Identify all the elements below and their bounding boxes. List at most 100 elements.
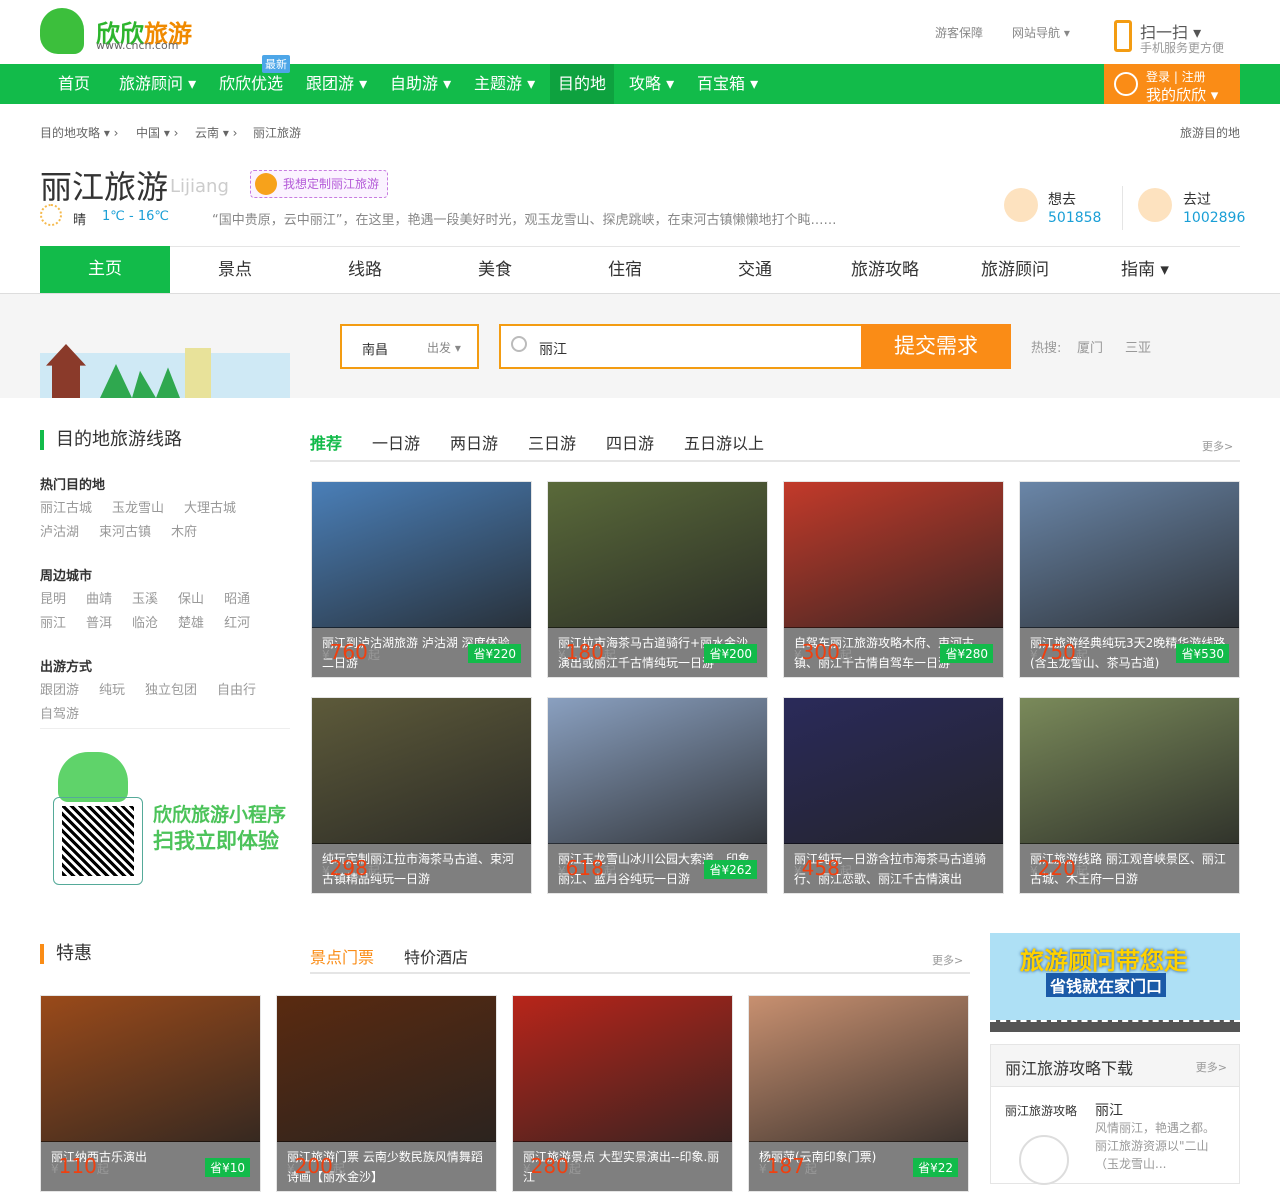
nav-item[interactable]: 旅游顾问 ▾	[111, 64, 204, 104]
tab-4[interactable]: 住宿	[560, 247, 690, 293]
route-tab[interactable]: 两日游	[450, 430, 498, 454]
guide-label[interactable]: 丽江旅游攻略	[1005, 1102, 1077, 1119]
guide-name[interactable]: 丽江	[1095, 1100, 1123, 1120]
filter-link[interactable]: 大理古城	[184, 497, 236, 521]
tab-2[interactable]: 线路	[300, 247, 430, 293]
card-image[interactable]	[784, 482, 1003, 628]
heart-icon[interactable]	[1004, 188, 1038, 222]
site-nav-link[interactable]: 网站导航 ▾	[1012, 24, 1070, 41]
tab-tickets[interactable]: 景点门票	[310, 944, 374, 968]
nav-item[interactable]: 跟团游 ▾	[298, 64, 375, 104]
routes-card[interactable]: 丽江到泸沽湖旅游 泸沽湖 深度体验二日游 ¥760起 省¥220	[311, 481, 532, 678]
filter-link[interactable]: 昭通	[224, 588, 250, 612]
filter-link[interactable]: 跟团游	[40, 679, 79, 703]
filter-link[interactable]: 束河古镇	[99, 521, 151, 545]
hot-link[interactable]: 三亚	[1125, 337, 1151, 356]
travel-destinations-link[interactable]: 旅游目的地	[1180, 124, 1240, 141]
sun-icon	[40, 204, 62, 226]
route-tab[interactable]: 五日游以上	[684, 430, 764, 454]
tab-7[interactable]: 旅游顾问	[950, 247, 1080, 293]
route-tab[interactable]: 一日游	[372, 430, 420, 454]
deals-card[interactable]: 杨丽萍(云南印象门票) ¥187起 省¥22	[748, 995, 969, 1192]
breadcrumb-item[interactable]: 丽江旅游	[253, 124, 301, 141]
tab-1[interactable]: 景点	[170, 247, 300, 293]
guarantee-link[interactable]: 游客保障	[935, 24, 983, 41]
tab-0[interactable]: 主页	[40, 246, 170, 294]
routes-more-link[interactable]: 更多>	[1202, 438, 1233, 454]
filter-link[interactable]: 独立包团	[145, 679, 197, 703]
filter-link[interactable]: 楚雄	[178, 612, 204, 636]
tab-8[interactable]: 指南 ▾	[1080, 247, 1210, 293]
deals-card[interactable]: 丽江纳西古乐演出 ¥110起 省¥10	[40, 995, 261, 1192]
deals-more-link[interactable]: 更多>	[932, 952, 963, 968]
filter-link[interactable]: 纯玩	[99, 679, 125, 703]
tab-5[interactable]: 交通	[690, 247, 820, 293]
my-account[interactable]: 我的欣欣 ▾	[1146, 84, 1218, 105]
nav-item[interactable]: 攻略 ▾	[621, 64, 682, 104]
filter-link[interactable]: 丽江古城	[40, 497, 92, 521]
filter-link[interactable]: 红河	[224, 612, 250, 636]
filter-link[interactable]: 木府	[171, 521, 197, 545]
route-tab[interactable]: 四日游	[606, 430, 654, 454]
card-image[interactable]	[1020, 482, 1239, 628]
filter-link[interactable]: 保山	[178, 588, 204, 612]
filter-link[interactable]: 临沧	[132, 612, 158, 636]
tab-hotels[interactable]: 特价酒店	[404, 944, 468, 968]
login-box[interactable]: 登录 | 注册 我的欣欣 ▾	[1104, 64, 1240, 104]
breadcrumb-item[interactable]: 云南 ▾ ›	[195, 124, 237, 141]
filter-link[interactable]: 玉溪	[132, 588, 158, 612]
routes-card[interactable]: 纯玩定制丽江拉市海茶马古道、束河古镇精品纯玩一日游 ¥298起	[311, 697, 532, 894]
deals-card[interactable]: 丽江旅游景点 大型实景演出--印象.丽江 ¥280起	[512, 995, 733, 1192]
price-unit: 起	[839, 648, 852, 662]
card-image[interactable]	[1020, 698, 1239, 844]
routes-card[interactable]: 丽江纯玩一日游含拉市海茶马古道骑行、丽江恋歌、丽江千古情演出 ¥458起	[783, 697, 1004, 894]
filter-link[interactable]: 普洱	[86, 612, 112, 636]
guide-cover-icon[interactable]	[1019, 1135, 1069, 1185]
card-image[interactable]	[312, 698, 531, 844]
filter-link[interactable]: 昆明	[40, 588, 66, 612]
departure-select[interactable]: 南昌 出发 ▾	[340, 324, 479, 369]
filter-link[interactable]: 自驾游	[40, 703, 79, 727]
filter-link[interactable]: 丽江	[40, 612, 66, 636]
hot-link[interactable]: 厦门	[1077, 337, 1103, 356]
submit-button[interactable]: 提交需求	[861, 324, 1011, 369]
card-image[interactable]	[749, 996, 968, 1142]
advisor-banner[interactable]: 旅游顾问带您走 省钱就在家门口	[990, 933, 1240, 1032]
filter-link[interactable]: 泸沽湖	[40, 521, 79, 545]
nav-item[interactable]: 目的地	[550, 64, 615, 104]
nav-item[interactable]: 首页	[50, 64, 98, 104]
nav-item[interactable]: 百宝箱 ▾	[689, 64, 766, 104]
balloon-icon	[255, 173, 277, 195]
logo-elephant-icon[interactable]	[40, 8, 84, 54]
routes-card[interactable]: 丽江拉市海茶马古道骑行+丽水金沙演出或丽江千古情纯玩一日游 ¥180起 省¥200	[547, 481, 768, 678]
routes-card[interactable]: 丽江玉龙雪山冰川公园大索道、印象丽江、蓝月谷纯玩一日游 ¥618起 省¥262	[547, 697, 768, 894]
routes-card[interactable]: 丽江旅游线路 丽江观音峡景区、丽江古城、木王府一日游 ¥220起	[1019, 697, 1240, 894]
card-image[interactable]	[277, 996, 496, 1142]
card-image[interactable]	[513, 996, 732, 1142]
download-more-link[interactable]: 更多>	[1196, 1059, 1227, 1075]
tab-6[interactable]: 旅游攻略	[820, 247, 950, 293]
breadcrumb-item[interactable]: 目的地攻略 ▾ ›	[40, 124, 118, 141]
filter-link[interactable]: 玉龙雪山	[112, 497, 164, 521]
route-tab[interactable]: 推荐	[310, 430, 342, 454]
deals-card[interactable]: 丽江旅游门票 云南少数民族风情舞蹈诗画【丽水金沙】 ¥200起	[276, 995, 497, 1192]
card-image[interactable]	[312, 482, 531, 628]
login-register[interactable]: 登录 | 注册	[1146, 68, 1206, 85]
card-image[interactable]	[548, 482, 767, 628]
search-value: 丽江	[539, 342, 567, 358]
nav-item[interactable]: 自助游 ▾	[382, 64, 459, 104]
card-image[interactable]	[41, 996, 260, 1142]
nav-item[interactable]: 主题游 ▾	[466, 64, 543, 104]
filter-link[interactable]: 自由行	[217, 679, 256, 703]
breadcrumb-item[interactable]: 中国 ▾ ›	[136, 124, 178, 141]
routes-card[interactable]: 自驾车丽江旅游攻略木府、束河古镇、丽江千古情自驾车一日游 ¥300起 省¥280	[783, 481, 1004, 678]
flag-icon[interactable]	[1138, 188, 1172, 222]
tab-3[interactable]: 美食	[430, 247, 560, 293]
route-tab[interactable]: 三日游	[528, 430, 576, 454]
card-image[interactable]	[548, 698, 767, 844]
filter-link[interactable]: 曲靖	[86, 588, 112, 612]
custom-trip-button[interactable]: 我想定制丽江旅游	[250, 170, 389, 198]
routes-card[interactable]: 丽江旅游经典纯玩3天2晚精华游线路(含玉龙雪山、茶马古道) ¥750起 省¥530	[1019, 481, 1240, 678]
card-image[interactable]	[784, 698, 1003, 844]
search-input[interactable]: 丽江	[499, 324, 861, 369]
